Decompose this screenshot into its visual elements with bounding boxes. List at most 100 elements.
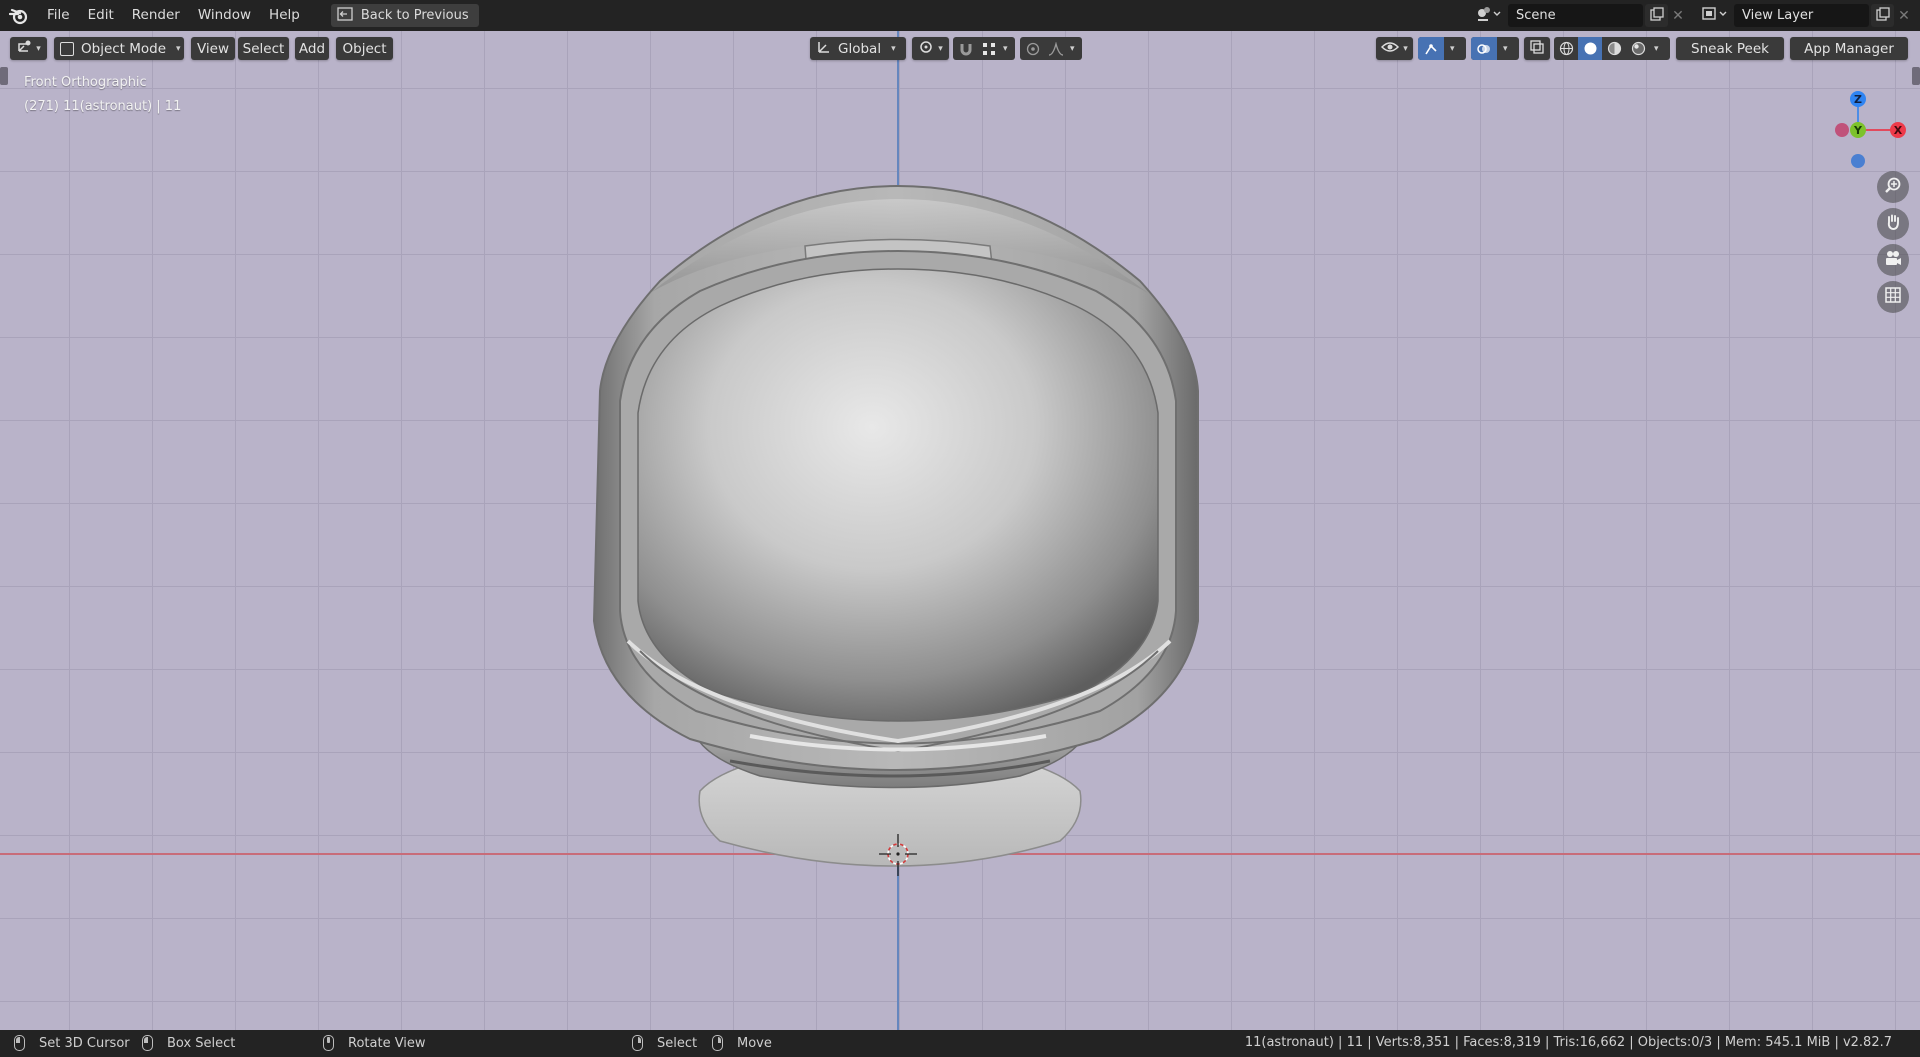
camera-icon: [1884, 249, 1902, 271]
status-select-label: Select: [657, 1035, 698, 1051]
scene-name-text: Scene: [1516, 8, 1556, 23]
view-layer-name-text: View Layer: [1742, 8, 1814, 23]
delete-scene-close-icon[interactable]: ✕: [1668, 4, 1688, 27]
menu-select[interactable]: Select: [238, 37, 289, 60]
chevron-down-icon: ▾: [891, 43, 896, 54]
toolbar-collapse-tab[interactable]: [0, 67, 8, 85]
app-manager-button[interactable]: App Manager: [1790, 37, 1908, 60]
orientation-label: Global: [838, 40, 882, 57]
solid-shading-icon[interactable]: [1578, 37, 1602, 60]
chevron-down-icon[interactable]: ▾: [1003, 44, 1008, 54]
camera-view-button[interactable]: [1877, 244, 1909, 276]
viewport-header: ▾ Object Mode ▾ View Select Add Object G…: [0, 34, 1920, 62]
proportional-edit-icon[interactable]: [1020, 42, 1046, 56]
chevron-down-icon: ▾: [1403, 43, 1408, 54]
view-layer-name-field[interactable]: View Layer: [1734, 4, 1869, 27]
delete-view-layer-close-icon[interactable]: ✕: [1894, 4, 1914, 27]
gizmo-z-handle[interactable]: Z: [1850, 91, 1866, 107]
chevron-down-icon[interactable]: ▾: [1654, 44, 1659, 54]
status-select: Select: [632, 1035, 697, 1051]
menu-object[interactable]: Object: [336, 37, 393, 60]
chevron-down-icon[interactable]: ▾: [1450, 44, 1455, 54]
sneak-peek-button[interactable]: Sneak Peek: [1676, 37, 1784, 60]
new-view-layer-button[interactable]: [1871, 4, 1894, 27]
object-mode-icon: [60, 41, 74, 56]
back-to-previous-button[interactable]: Back to Previous: [330, 4, 479, 27]
3d-viewport[interactable]: ▾ Object Mode ▾ View Select Add Object G…: [0, 31, 1920, 1030]
scene-browse-button[interactable]: [1470, 4, 1508, 27]
scene-icon: [1476, 6, 1502, 26]
menu-add[interactable]: Add: [295, 37, 329, 60]
duplicate-icon: [1875, 6, 1890, 25]
xray-icon: [1530, 39, 1544, 58]
menu-file[interactable]: File: [38, 0, 79, 31]
workspace-selectors: Scene ✕ View Layer ✕: [1470, 0, 1920, 31]
middle-mouse-icon: [323, 1035, 334, 1051]
gizmo-neg-z-handle[interactable]: [1851, 154, 1865, 168]
overlays-toggle-icon[interactable]: [1471, 37, 1497, 60]
status-bar: Set 3D Cursor Box Select Rotate View Sel…: [0, 1030, 1920, 1057]
chevron-down-icon[interactable]: ▾: [1070, 44, 1075, 54]
gizmo-x-handle[interactable]: X: [1890, 122, 1906, 138]
xray-toggle-button[interactable]: [1524, 37, 1550, 60]
status-set-3d-cursor-label: Set 3D Cursor: [39, 1035, 130, 1051]
status-box-select-label: Box Select: [167, 1035, 236, 1051]
wireframe-shading-icon[interactable]: [1554, 41, 1578, 56]
material-shading-icon[interactable]: [1602, 41, 1626, 56]
3d-view-icon: [16, 39, 32, 59]
gizmo-toggle-icon[interactable]: [1418, 37, 1444, 60]
gizmo-neg-x-handle[interactable]: [1835, 123, 1849, 137]
editor-type-button[interactable]: ▾: [10, 37, 47, 60]
astronaut-helmet-model[interactable]: [580, 151, 1200, 911]
mode-selector[interactable]: Object Mode ▾: [54, 37, 184, 60]
duplicate-icon: [1649, 6, 1664, 25]
status-rotate-view: Rotate View: [323, 1035, 426, 1051]
menu-edit[interactable]: Edit: [79, 0, 123, 31]
pivot-point-button[interactable]: ▾: [912, 37, 949, 60]
visibility-toggle-button[interactable]: ▾: [1376, 37, 1413, 60]
chevron-down-icon: ▾: [36, 43, 41, 54]
snap-group: ▾: [953, 37, 1015, 60]
blender-logo-icon[interactable]: [0, 0, 38, 31]
chevron-down-icon: ▾: [176, 43, 181, 54]
back-icon: [337, 6, 353, 25]
menu-help[interactable]: Help: [260, 0, 309, 31]
svg-text:X: X: [1894, 124, 1903, 137]
rendered-shading-icon[interactable]: [1626, 41, 1650, 56]
gizmo-y-handle[interactable]: Y: [1850, 122, 1866, 138]
new-scene-button[interactable]: [1645, 4, 1668, 27]
menu-window[interactable]: Window: [189, 0, 260, 31]
view-layer-browse-button[interactable]: [1696, 4, 1734, 27]
eye-icon: [1381, 40, 1400, 58]
view-name-text: Front Orthographic: [24, 75, 147, 90]
pivot-icon: [918, 39, 934, 59]
zoom-view-button[interactable]: [1877, 171, 1909, 203]
status-rotate-view-label: Rotate View: [348, 1035, 426, 1051]
status-move: Move: [712, 1035, 772, 1051]
status-move-label: Move: [737, 1035, 772, 1051]
top-menu-bar: File Edit Render Window Help Back to Pre…: [0, 0, 1920, 31]
gizmo-group: ▾: [1418, 37, 1466, 60]
status-set-3d-cursor: Set 3D Cursor: [14, 1035, 130, 1051]
pan-view-button[interactable]: [1877, 208, 1909, 240]
orthographic-toggle-button[interactable]: [1877, 281, 1909, 313]
transform-orientation-selector[interactable]: Global ▾: [810, 37, 906, 60]
3d-cursor-icon[interactable]: [873, 831, 923, 881]
status-box-select: Box Select: [142, 1035, 235, 1051]
view-layer-icon: [1702, 6, 1728, 26]
svg-text:Z: Z: [1854, 93, 1862, 106]
back-to-previous-label: Back to Previous: [360, 8, 469, 23]
grid-icon: [1884, 286, 1902, 308]
snap-grid-icon[interactable]: [979, 42, 999, 55]
blender-window: File Edit Render Window Help Back to Pre…: [0, 0, 1920, 1057]
zoom-icon: [1884, 176, 1902, 198]
menu-view[interactable]: View: [191, 37, 235, 60]
chevron-down-icon[interactable]: ▾: [1503, 44, 1508, 54]
scene-name-field[interactable]: Scene: [1508, 4, 1643, 27]
falloff-curve-icon[interactable]: [1046, 41, 1066, 56]
menu-render[interactable]: Render: [123, 0, 189, 31]
navigation-gizmo[interactable]: Z Y X: [1808, 61, 1920, 171]
scene-statistics: 11(astronaut) | 11 | Verts:8,351 | Faces…: [1244, 1035, 1892, 1050]
snap-magnet-icon[interactable]: [953, 42, 979, 56]
object-info-text: (271) 11(astronaut) | 11: [24, 99, 182, 114]
